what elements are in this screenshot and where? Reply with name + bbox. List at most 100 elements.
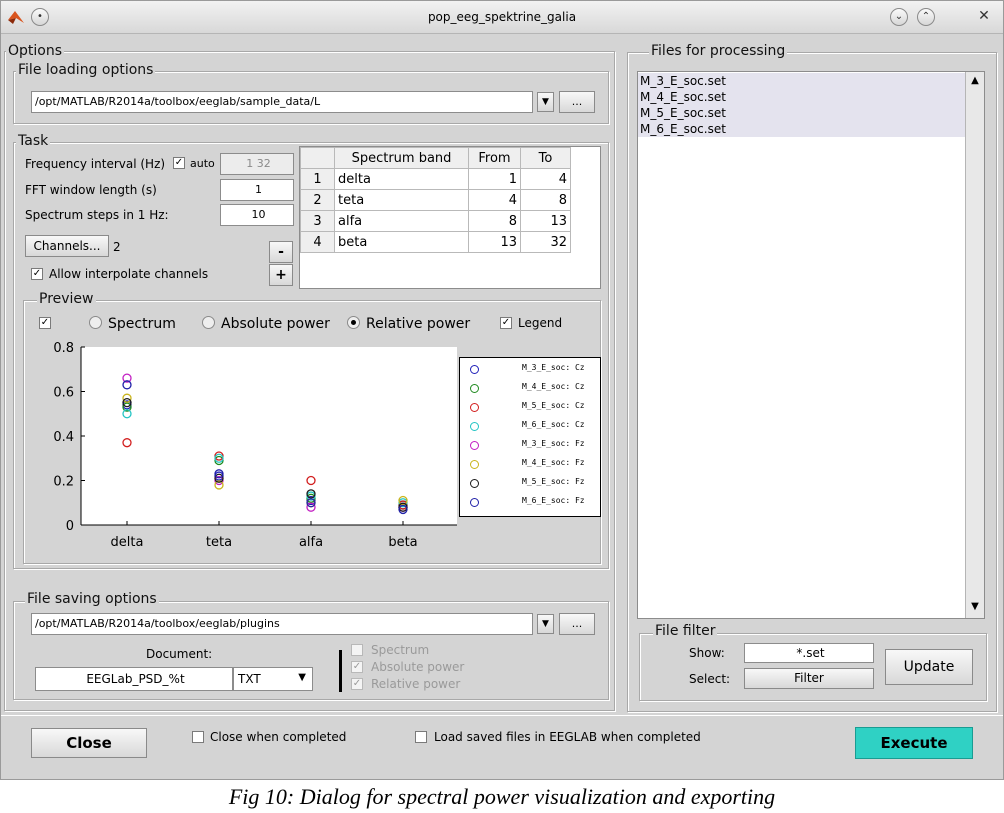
scroll-down-icon[interactable]: ▼ <box>968 601 982 615</box>
list-item[interactable]: M_4_E_soc.set <box>638 89 966 105</box>
auto-checkbox[interactable]: ✓ <box>173 157 185 169</box>
save-path-input[interactable]: /opt/MATLAB/R2014a/toolbox/eeglab/plugin… <box>31 613 533 635</box>
absolute-power-radio-label: Absolute power <box>221 316 330 332</box>
close-window-icon[interactable]: ✕ <box>975 8 993 26</box>
fft-window-input[interactable]: 1 <box>220 179 294 201</box>
legend-marker <box>470 422 479 431</box>
spectrum-save-checkbox[interactable] <box>351 644 363 656</box>
table-row[interactable]: 4 beta 13 32 <box>300 231 571 253</box>
legend-marker <box>470 384 479 393</box>
table-header-row: Spectrum band From To <box>300 147 571 169</box>
x-tick-label: beta <box>388 535 417 550</box>
legend-entry: M_3_E_soc: Fz <box>460 437 600 456</box>
row-index: 4 <box>300 231 335 253</box>
absolute-power-radio[interactable] <box>202 316 215 329</box>
band-to-cell[interactable]: 4 <box>520 168 571 190</box>
table-corner-cell <box>300 147 335 169</box>
window-title: pop_eeg_spektrine_galia <box>427 10 577 24</box>
load-path-input[interactable]: /opt/MATLAB/R2014a/toolbox/eeglab/sample… <box>31 91 533 113</box>
legend-label: M_4_E_soc: Fz <box>522 458 585 467</box>
load-browse-button[interactable]: ... <box>559 91 595 113</box>
files-listbox[interactable]: M_3_E_soc.set M_4_E_soc.set M_5_E_soc.se… <box>637 71 985 619</box>
matlab-logo-icon <box>7 8 25 26</box>
add-band-button[interactable]: + <box>269 264 293 286</box>
dialog-window: • pop_eeg_spektrine_galia ⌄ ⌃ ✕ Options … <box>0 0 1004 780</box>
header-from[interactable]: From <box>468 147 521 169</box>
show-label: Show: <box>689 646 725 660</box>
list-item[interactable]: M_6_E_soc.set <box>638 121 966 137</box>
close-button[interactable]: Close <box>31 728 147 758</box>
absolute-power-save-checkbox[interactable]: ✓ <box>351 661 363 673</box>
figure-caption: Fig 10: Dialog for spectral power visual… <box>228 784 776 809</box>
show-filter-input[interactable]: *.set <box>744 643 874 663</box>
legend-label: M_3_E_soc: Fz <box>522 439 585 448</box>
legend-entry: M_6_E_soc: Cz <box>460 418 600 437</box>
band-from-cell[interactable]: 4 <box>468 189 521 211</box>
legend-entry: M_4_E_soc: Fz <box>460 456 600 475</box>
relative-power-save-checkbox[interactable]: ✓ <box>351 678 363 690</box>
files-scrollbar[interactable]: ▲ ▼ <box>965 72 984 618</box>
legend-checkbox-label: Legend <box>518 316 563 330</box>
relative-power-radio[interactable] <box>347 316 360 329</box>
spectrum-bands-table[interactable]: Spectrum band From To 1 delta 1 4 2 teta… <box>300 147 571 253</box>
minimize-icon[interactable]: ⌄ <box>890 8 908 26</box>
channels-button[interactable]: Channels... <box>25 235 109 257</box>
table-row[interactable]: 2 teta 4 8 <box>300 189 571 211</box>
band-from-cell[interactable]: 1 <box>468 168 521 190</box>
band-name-cell[interactable]: delta <box>334 168 469 190</box>
legend-entry: M_6_E_soc: Fz <box>460 494 600 513</box>
file-filter-title: File filter <box>653 623 718 639</box>
legend-label: M_6_E_soc: Cz <box>522 420 585 429</box>
allow-interpolate-checkbox[interactable]: ✓ <box>31 268 43 280</box>
load-path-dropdown[interactable]: ▼ <box>537 92 554 112</box>
format-select-value: TXT <box>238 672 261 686</box>
legend-entry: M_3_E_soc: Cz <box>460 361 600 380</box>
window-menu-icon[interactable]: • <box>31 8 49 26</box>
x-tick-label: teta <box>206 535 232 550</box>
frequency-interval-label: Frequency interval (Hz) <box>25 157 166 171</box>
header-spectrum-band[interactable]: Spectrum band <box>334 147 469 169</box>
title-bar: • pop_eeg_spektrine_galia ⌄ ⌃ ✕ <box>1 1 1003 34</box>
band-name-cell[interactable]: teta <box>334 189 469 211</box>
band-name-cell[interactable]: alfa <box>334 210 469 232</box>
document-name-input[interactable]: EEGLab_PSD_%t <box>35 667 233 691</box>
legend-label: M_5_E_soc: Fz <box>522 477 585 486</box>
filter-button[interactable]: Filter <box>744 668 874 689</box>
frequency-interval-input[interactable]: 1 32 <box>220 153 294 175</box>
header-to[interactable]: To <box>520 147 571 169</box>
legend-marker <box>470 403 479 412</box>
load-saved-label: Load saved files in EEGLAB when complete… <box>434 730 701 744</box>
save-path-dropdown[interactable]: ▼ <box>537 614 554 634</box>
legend-checkbox[interactable]: ✓ <box>500 317 512 329</box>
separator-bar <box>339 650 342 692</box>
spectrum-steps-input[interactable]: 10 <box>220 204 294 226</box>
files-title: Files for processing <box>649 43 788 59</box>
band-to-cell[interactable]: 32 <box>520 231 571 253</box>
auto-label: auto <box>190 157 215 170</box>
band-to-cell[interactable]: 13 <box>520 210 571 232</box>
band-name-cell[interactable]: beta <box>334 231 469 253</box>
list-item[interactable]: M_5_E_soc.set <box>638 105 966 121</box>
execute-button[interactable]: Execute <box>855 727 973 759</box>
band-to-cell[interactable]: 8 <box>520 189 571 211</box>
update-button[interactable]: Update <box>885 649 973 685</box>
scroll-up-icon[interactable]: ▲ <box>968 75 982 89</box>
table-row[interactable]: 1 delta 1 4 <box>300 168 571 190</box>
relative-power-save-label: Relative power <box>371 677 461 691</box>
y-tick-label: 0.4 <box>53 430 74 445</box>
table-row[interactable]: 3 alfa 8 13 <box>300 210 571 232</box>
maximize-icon[interactable]: ⌃ <box>917 8 935 26</box>
spectrum-radio[interactable] <box>89 316 102 329</box>
close-when-completed-checkbox[interactable] <box>192 731 204 743</box>
legend-marker <box>470 365 479 374</box>
y-tick-label: 0.8 <box>53 341 74 356</box>
band-from-cell[interactable]: 13 <box>468 231 521 253</box>
format-select[interactable]: TXT ▼ <box>233 667 313 691</box>
band-from-cell[interactable]: 8 <box>468 210 521 232</box>
row-index: 2 <box>300 189 335 211</box>
preview-enable-checkbox[interactable]: ✓ <box>39 317 51 329</box>
remove-band-button[interactable]: - <box>269 241 293 263</box>
list-item[interactable]: M_3_E_soc.set <box>638 73 966 89</box>
load-saved-checkbox[interactable] <box>415 731 427 743</box>
save-browse-button[interactable]: ... <box>559 613 595 635</box>
